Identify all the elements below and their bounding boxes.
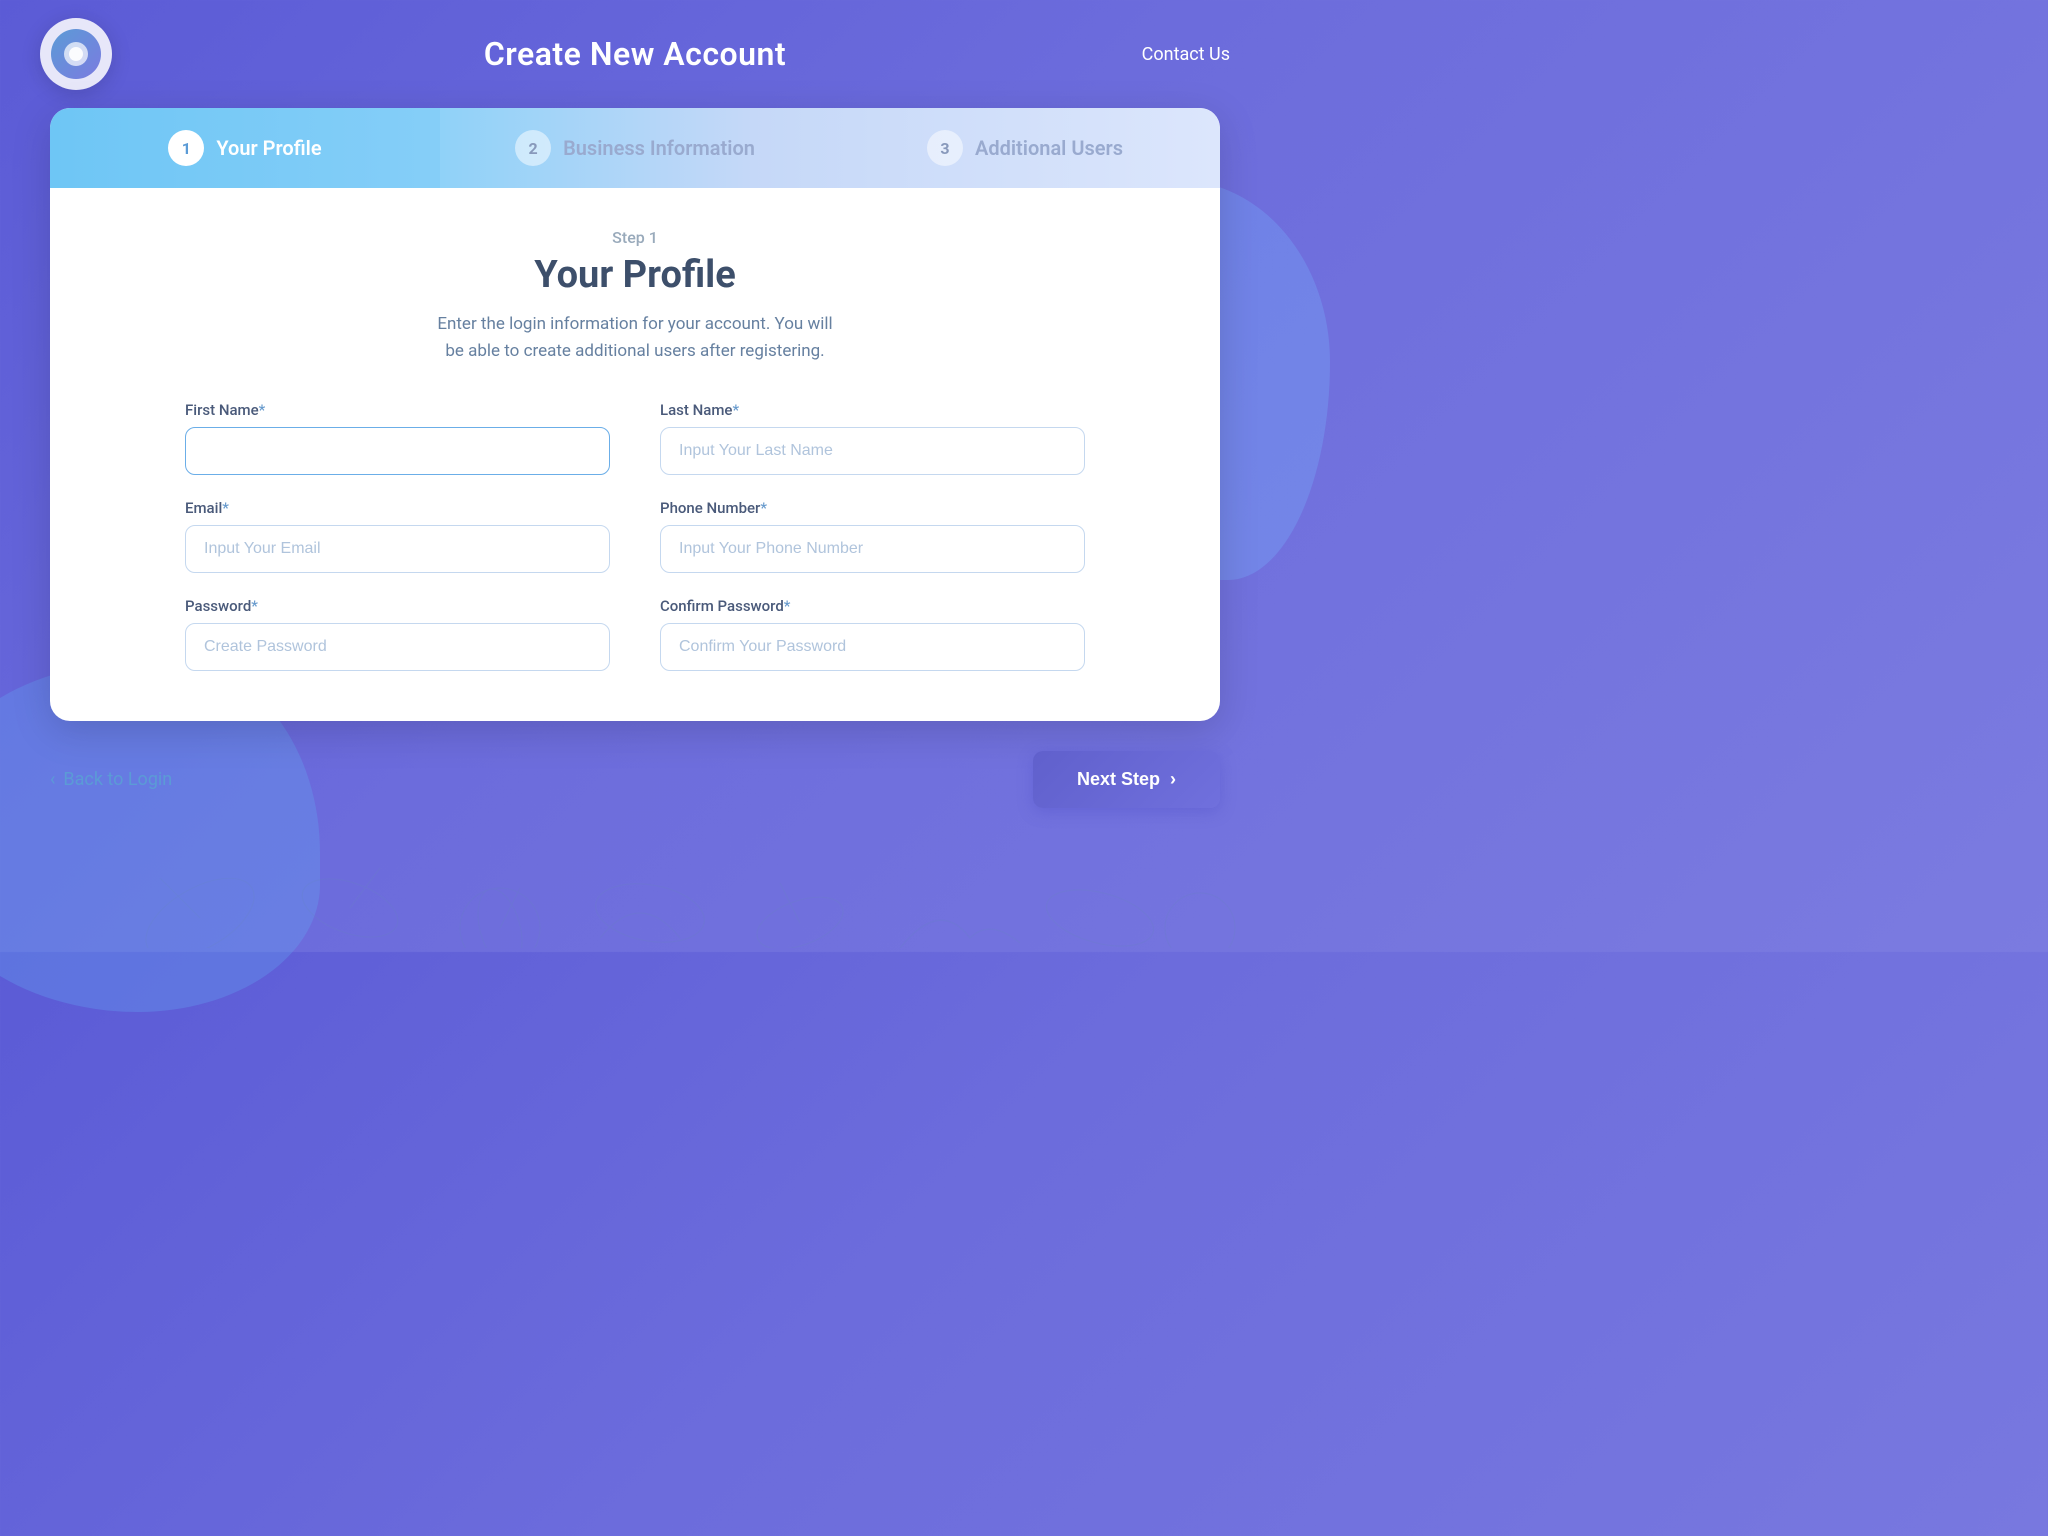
confirm-password-group: Confirm Password* xyxy=(660,597,1085,671)
step-2-circle: 2 xyxy=(515,130,551,166)
first-name-group: First Name* xyxy=(185,401,610,475)
form-area: Step 1 Your Profile Enter the login info… xyxy=(50,188,1220,721)
form-title: Your Profile xyxy=(110,253,1160,297)
phone-number-group: Phone Number* xyxy=(660,499,1085,573)
password-label: Password* xyxy=(185,597,610,615)
last-name-input[interactable] xyxy=(660,427,1085,475)
step-1-label: Your Profile xyxy=(216,136,321,160)
email-group: Email* xyxy=(185,499,610,573)
step-3-circle: 3 xyxy=(927,130,963,166)
phone-number-input[interactable] xyxy=(660,525,1085,573)
password-group: Password* xyxy=(185,597,610,671)
page-title: Create New Account xyxy=(484,35,786,73)
step-3-tab[interactable]: 3 Additional Users xyxy=(830,108,1220,188)
last-name-label: Last Name* xyxy=(660,401,1085,419)
email-input[interactable] xyxy=(185,525,610,573)
password-input[interactable] xyxy=(185,623,610,671)
step-2-label: Business Information xyxy=(563,136,755,160)
steps-bar: 1 Your Profile 2 Business Information 3 … xyxy=(50,108,1220,188)
step-3-label: Additional Users xyxy=(975,136,1123,160)
step-number-label: Step 1 xyxy=(110,228,1160,247)
form-grid: First Name* Last Name* Email* xyxy=(185,401,1085,671)
first-name-label: First Name* xyxy=(185,401,610,419)
header: Create New Account Contact Us xyxy=(0,0,1270,108)
phone-number-label: Phone Number* xyxy=(660,499,1085,517)
confirm-password-label: Confirm Password* xyxy=(660,597,1085,615)
first-name-input[interactable] xyxy=(185,427,610,475)
email-label: Email* xyxy=(185,499,610,517)
next-chevron-icon: › xyxy=(1170,769,1176,790)
step-1-circle: 1 xyxy=(168,130,204,166)
step-2-tab[interactable]: 2 Business Information xyxy=(440,108,830,188)
footer: ‹ Back to Login Next Step › xyxy=(0,721,1270,828)
step-1-tab[interactable]: 1 Your Profile xyxy=(50,108,440,188)
logo xyxy=(40,18,112,90)
form-header: Step 1 Your Profile Enter the login info… xyxy=(110,228,1160,365)
logo-inner xyxy=(51,29,101,79)
back-chevron-icon: ‹ xyxy=(50,769,55,790)
contact-us-link[interactable]: Contact Us xyxy=(1142,44,1230,65)
next-step-button[interactable]: Next Step › xyxy=(1033,751,1220,808)
confirm-password-input[interactable] xyxy=(660,623,1085,671)
form-description: Enter the login information for your acc… xyxy=(110,311,1160,365)
main-card: 1 Your Profile 2 Business Information 3 … xyxy=(50,108,1220,721)
back-to-login-link[interactable]: ‹ Back to Login xyxy=(50,769,172,790)
last-name-group: Last Name* xyxy=(660,401,1085,475)
